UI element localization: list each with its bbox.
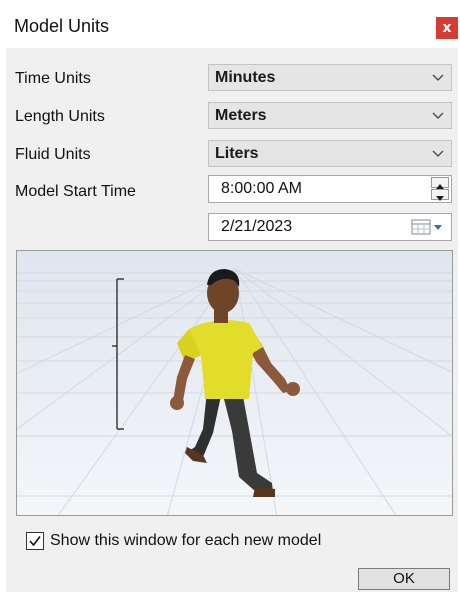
spin-up-button[interactable] bbox=[431, 177, 449, 189]
model-units-dialog: Model Units x Time Units Minutes Length … bbox=[6, 4, 458, 592]
chevron-down-icon bbox=[432, 150, 444, 157]
show-window-label: Show this window for each new model bbox=[50, 532, 322, 549]
start-date-value: 2/21/2023 bbox=[221, 218, 293, 235]
fluid-units-label: Fluid Units bbox=[15, 146, 91, 163]
fluid-units-select[interactable]: Liters bbox=[208, 140, 452, 167]
arrow-down-icon bbox=[436, 196, 444, 201]
dialog-title: Model Units bbox=[14, 16, 110, 36]
title-bar: Model Units x bbox=[6, 4, 458, 48]
ok-button[interactable]: OK bbox=[358, 568, 450, 590]
model-start-time-label: Model Start Time bbox=[15, 183, 136, 200]
start-date-input[interactable]: 2/21/2023 bbox=[208, 213, 452, 241]
time-units-value: Minutes bbox=[215, 69, 276, 86]
chevron-down-icon bbox=[432, 74, 444, 81]
walking-person-figure bbox=[17, 251, 452, 515]
start-time-value: 8:00:00 AM bbox=[221, 180, 302, 197]
spin-down-button[interactable] bbox=[431, 189, 449, 201]
length-units-value: Meters bbox=[215, 107, 267, 124]
close-button[interactable]: x bbox=[436, 17, 458, 39]
chevron-down-icon bbox=[432, 112, 444, 119]
show-window-checkbox[interactable] bbox=[26, 532, 44, 550]
fluid-units-value: Liters bbox=[215, 145, 259, 162]
checkmark-icon bbox=[29, 536, 41, 547]
length-units-label: Length Units bbox=[15, 108, 105, 125]
time-units-label: Time Units bbox=[15, 70, 91, 87]
calendar-icon[interactable] bbox=[411, 219, 445, 235]
start-time-input[interactable]: 8:00:00 AM bbox=[208, 175, 452, 203]
length-units-select[interactable]: Meters bbox=[208, 102, 452, 129]
time-spinner bbox=[431, 177, 449, 201]
time-units-select[interactable]: Minutes bbox=[208, 64, 452, 91]
preview-viewport bbox=[16, 250, 453, 516]
